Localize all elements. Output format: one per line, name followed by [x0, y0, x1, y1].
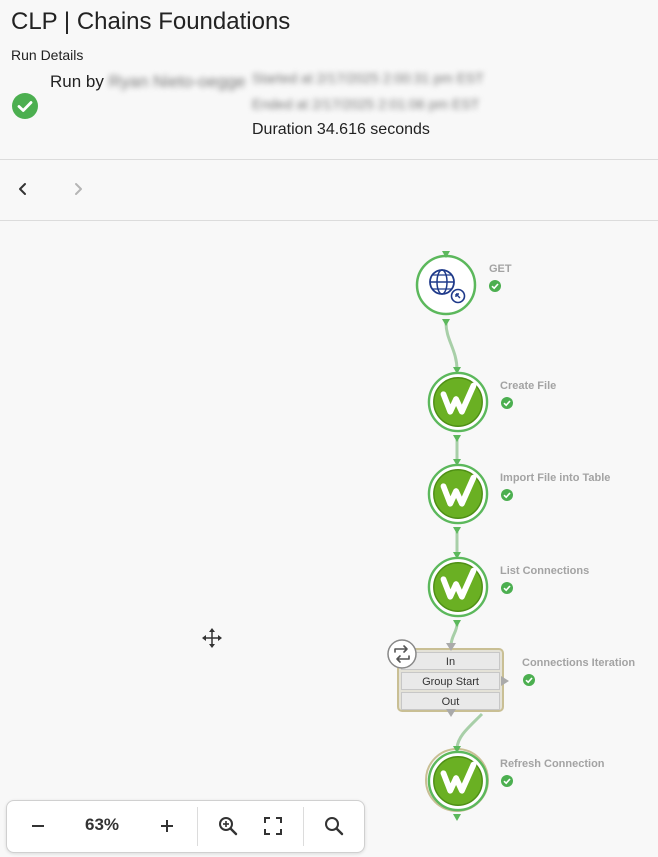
fit-screen-icon [264, 817, 282, 835]
output-port [453, 435, 461, 442]
output-port [446, 709, 456, 717]
success-check-icon [501, 397, 513, 409]
output-port [453, 814, 461, 821]
success-check-icon [501, 489, 513, 501]
node-label-connections-iteration: Connections Iteration [522, 657, 636, 669]
output-port [453, 527, 461, 534]
toolbar-divider [303, 807, 304, 846]
move-cursor-icon [202, 628, 222, 648]
node-label-refresh-connection: Refresh Connection [500, 758, 605, 770]
node-label-import-file: Import File into Table [500, 472, 611, 484]
fit-to-screen-button[interactable] [261, 814, 285, 838]
plus-icon [161, 820, 173, 832]
input-port [446, 643, 456, 651]
zoom-in-icon [219, 817, 238, 836]
search-button[interactable] [322, 814, 346, 838]
search-icon [325, 817, 344, 836]
success-check-icon [501, 775, 513, 787]
flow-node-import-file[interactable] [429, 465, 487, 523]
toolbar-divider [197, 807, 198, 846]
flow-canvas[interactable] [0, 0, 658, 857]
node-label-create-file: Create File [500, 380, 557, 392]
output-port [453, 620, 461, 627]
output-port [442, 319, 450, 326]
zoom-toolbar: 63% [6, 800, 365, 853]
success-check-icon [501, 582, 513, 594]
zoom-in-button[interactable] [155, 814, 179, 838]
connector [444, 322, 459, 371]
zoom-out-button[interactable] [26, 814, 50, 838]
flow-node-list-connections[interactable] [429, 558, 487, 616]
group-row-start: Group Start [401, 672, 500, 690]
minus-icon [32, 825, 44, 827]
zoom-level: 63% [84, 815, 120, 834]
magnify-button[interactable] [216, 814, 240, 838]
success-check-icon [523, 674, 535, 686]
success-check-icon [489, 280, 501, 292]
connector [455, 712, 484, 749]
flow-node-create-file[interactable] [429, 373, 487, 431]
node-label-list-connections: List Connections [500, 565, 590, 577]
node-label-get: GET [489, 263, 512, 275]
flow-node-get[interactable] [415, 254, 477, 316]
flow-node-refresh-connection[interactable] [429, 752, 487, 810]
output-port [501, 676, 509, 686]
loop-icon [387, 639, 417, 669]
